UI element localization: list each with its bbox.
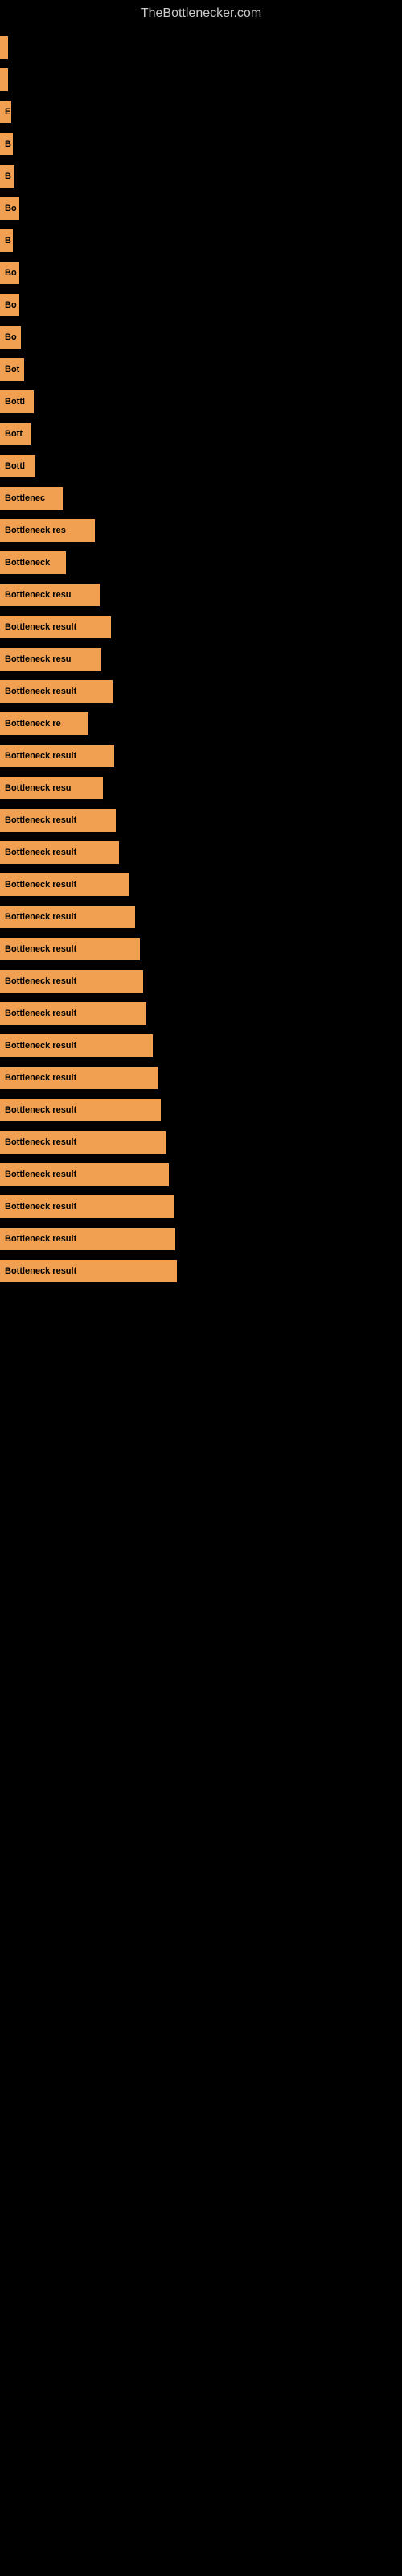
- site-header: TheBottlenecker.com: [0, 0, 402, 24]
- bar-row: B: [0, 129, 402, 159]
- bar-row: Bottleneck res: [0, 515, 402, 546]
- bar-row: Bottleneck result: [0, 998, 402, 1029]
- bar-label: Bottleneck result: [0, 1163, 169, 1186]
- bar-row: Bottleneck result: [0, 676, 402, 707]
- bar-label: Bottleneck result: [0, 1260, 177, 1282]
- bar-row: Bottleneck result: [0, 966, 402, 997]
- bar-row: Bottl: [0, 386, 402, 417]
- bar-label: Bottlenec: [0, 487, 63, 510]
- bar-label: Bott: [0, 423, 31, 445]
- bar-label: Bo: [0, 326, 21, 349]
- bar-row: Bottleneck result: [0, 1159, 402, 1190]
- bar-label: Bottleneck result: [0, 873, 129, 896]
- bar-label: Bottleneck res: [0, 519, 95, 542]
- bar-label: Bottleneck result: [0, 1228, 175, 1250]
- bar-row: Bottleneck result: [0, 902, 402, 932]
- bar-row: Bottleneck result: [0, 1095, 402, 1125]
- bar-label: B: [0, 229, 13, 252]
- bar-row: Bo: [0, 290, 402, 320]
- bar-row: Bottleneck result: [0, 869, 402, 900]
- bar-row: Bot: [0, 354, 402, 385]
- bar-label: [0, 36, 8, 59]
- bar-row: Bottl: [0, 451, 402, 481]
- bar-row: B: [0, 161, 402, 192]
- bar-label: Bottleneck resu: [0, 777, 103, 799]
- bar-row: Bottleneck re: [0, 708, 402, 739]
- bar-row: [0, 32, 402, 63]
- bar-label: Bottleneck result: [0, 616, 111, 638]
- bar-label: Bottleneck result: [0, 1067, 158, 1089]
- bar-row: Bottleneck result: [0, 1063, 402, 1093]
- bar-label: Bottleneck result: [0, 1131, 166, 1154]
- bar-row: Bottleneck: [0, 547, 402, 578]
- bar-label: Bottleneck result: [0, 680, 113, 703]
- bar-label: Bo: [0, 294, 19, 316]
- bar-row: Bottlenec: [0, 483, 402, 514]
- bar-label: Bottleneck result: [0, 745, 114, 767]
- bar-row: Bo: [0, 322, 402, 353]
- bar-label: Bottleneck resu: [0, 584, 100, 606]
- site-title: TheBottlenecker.com: [0, 0, 402, 24]
- bar-label: Bottleneck result: [0, 841, 119, 864]
- bar-row: Bottleneck resu: [0, 644, 402, 675]
- bar-label: Bottleneck resu: [0, 648, 101, 671]
- bar-label: Bottleneck result: [0, 970, 143, 993]
- bar-label: [0, 68, 8, 91]
- bar-label: Bottleneck: [0, 551, 66, 574]
- bar-row: E: [0, 97, 402, 127]
- bar-label: Bo: [0, 197, 19, 220]
- bar-row: Bottleneck resu: [0, 580, 402, 610]
- bars-container: EBBBoBBoBoBoBotBottlBottBottlBottlenecBo…: [0, 24, 402, 1286]
- bar-label: B: [0, 133, 13, 155]
- bar-label: Bottleneck result: [0, 809, 116, 832]
- bar-label: Bottleneck result: [0, 906, 135, 928]
- bar-label: Bottl: [0, 455, 35, 477]
- bar-label: Bottleneck re: [0, 712, 88, 735]
- bar-row: B: [0, 225, 402, 256]
- bar-row: Bottleneck result: [0, 934, 402, 964]
- bar-label: Bottleneck result: [0, 1195, 174, 1218]
- bar-row: Bottleneck result: [0, 837, 402, 868]
- bar-row: Bottleneck result: [0, 805, 402, 836]
- bar-label: Bottleneck result: [0, 1034, 153, 1057]
- bar-row: Bottleneck result: [0, 1127, 402, 1158]
- bar-row: [0, 64, 402, 95]
- bar-label: B: [0, 165, 14, 188]
- bar-row: Bottleneck result: [0, 1191, 402, 1222]
- bar-label: Bottl: [0, 390, 34, 413]
- bar-row: Bottleneck result: [0, 1030, 402, 1061]
- bar-label: Bottleneck result: [0, 1099, 161, 1121]
- bar-row: Bo: [0, 258, 402, 288]
- bar-row: Bottleneck result: [0, 741, 402, 771]
- bar-row: Bottleneck result: [0, 1256, 402, 1286]
- bar-label: Bottleneck result: [0, 938, 140, 960]
- bar-row: Bottleneck result: [0, 612, 402, 642]
- bar-label: Bottleneck result: [0, 1002, 146, 1025]
- bar-label: Bot: [0, 358, 24, 381]
- bar-label: Bo: [0, 262, 19, 284]
- bar-label: E: [0, 101, 11, 123]
- bar-row: Bo: [0, 193, 402, 224]
- bar-row: Bottleneck result: [0, 1224, 402, 1254]
- bar-row: Bott: [0, 419, 402, 449]
- bar-row: Bottleneck resu: [0, 773, 402, 803]
